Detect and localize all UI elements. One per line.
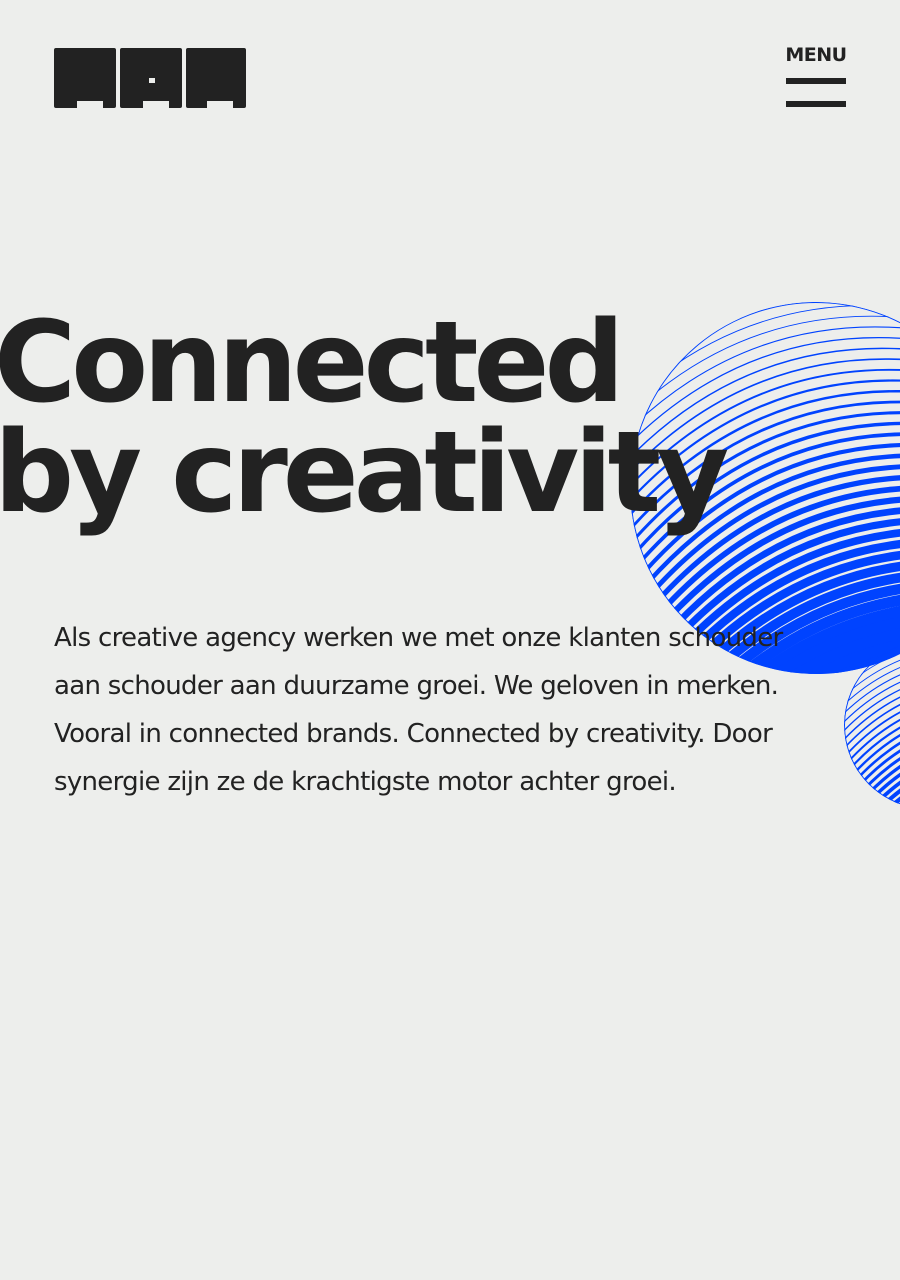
hamburger-icon-bar <box>786 101 846 107</box>
sphere-stripe <box>845 719 900 802</box>
menu-label: MENU <box>785 44 847 66</box>
sphere-stripe <box>830 682 900 764</box>
brand-logo-icon <box>54 48 246 108</box>
hero-title: Connected by creativity <box>0 298 729 538</box>
hero-title-line-2: by creativity <box>0 408 729 538</box>
intro-paragraph: Als creative agency werken we met onze k… <box>54 623 783 797</box>
menu-button[interactable]: MENU <box>784 44 848 110</box>
hamburger-icon <box>786 78 846 84</box>
hero-title-line-1: Connected <box>0 298 625 428</box>
brand-logo[interactable] <box>54 48 246 108</box>
sphere-stripe <box>854 743 900 820</box>
